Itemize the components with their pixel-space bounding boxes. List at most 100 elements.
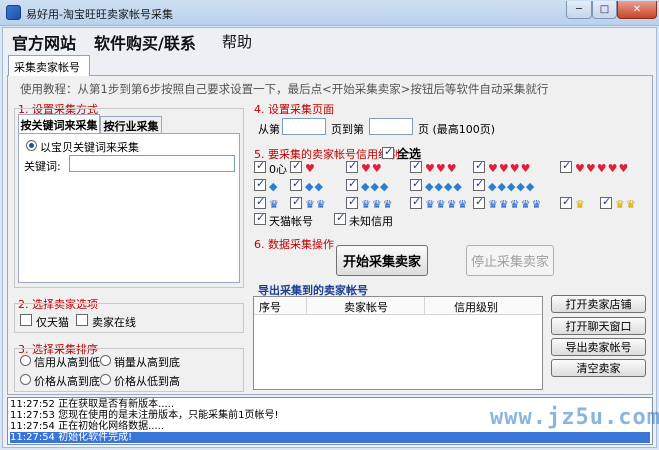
blue-crown-icon: ♛ — [382, 197, 393, 211]
radio-price-desc[interactable] — [20, 374, 31, 385]
app-icon — [6, 5, 21, 20]
credit-badge: ♥ ♥ ♥ ♥ ♥ — [575, 162, 628, 174]
checkbox-credit-level[interactable] — [346, 177, 358, 191]
checkbox-seller-online[interactable] — [76, 314, 88, 326]
grid-col-credit[interactable]: 信用级别 — [454, 299, 498, 315]
clear-seller-button[interactable]: 清空卖家 — [551, 359, 646, 377]
log-text: 正在获取是否有新版本..... — [58, 399, 175, 410]
radio-sales-desc[interactable] — [100, 355, 111, 366]
keyword-input[interactable] — [69, 155, 235, 172]
checkbox-tmall-only[interactable] — [20, 314, 32, 326]
gold-crown-icon: ♛ — [575, 197, 585, 211]
menu-official-site[interactable]: 官方网站 — [12, 30, 76, 54]
credit-badge: ♛ ♛ ♛ — [361, 198, 393, 210]
maximize-button[interactable]: □ — [592, 1, 617, 19]
checkbox-credit-level[interactable] — [254, 177, 266, 191]
radio-price-asc[interactable] — [100, 374, 111, 385]
keyword-label: 关键词: — [24, 160, 61, 173]
seller-grid[interactable]: 序号 卖家帐号 信用级别 — [253, 296, 543, 390]
step4-title: 4. 设置采集页面 — [254, 103, 334, 116]
menu-buy-contact[interactable]: 软件购买/联系 — [94, 30, 196, 54]
credit-badge: ♥ ♥ ♥ ♥ — [488, 162, 531, 174]
checkbox-credit-level[interactable] — [290, 177, 302, 191]
blue-crown-icon: ♛ — [498, 197, 509, 211]
export-account-button[interactable]: 导出卖家帐号 — [551, 338, 646, 356]
blue-crown-icon: ♛ — [435, 197, 446, 211]
minimize-button[interactable]: ─ — [566, 1, 592, 19]
log-text: 正在初始化网络数据..... — [58, 421, 165, 432]
checkbox-credit-level[interactable] — [290, 159, 302, 173]
tab-industry[interactable]: 按行业采集 — [100, 116, 162, 133]
credit-badge: ♛ ♛ ♛ ♛ ♛ — [488, 198, 541, 210]
credit-badge: ♛ ♛ ♛ ♛ — [425, 198, 468, 210]
credit-badge: ♥ ♥ — [361, 162, 382, 174]
checkbox-unknown-credit[interactable] — [334, 211, 346, 225]
checkbox-credit-level[interactable] — [473, 177, 485, 191]
unknown-credit-label: 未知信用 — [349, 215, 393, 228]
credit-badge: ◆ ◆ ◆ — [361, 180, 388, 192]
log-time: 11:27:54 — [10, 421, 55, 432]
blue-crown-icon: ♛ — [361, 197, 371, 211]
heart-icon: ♥ — [596, 161, 607, 175]
log-time: 11:27:52 — [10, 399, 55, 410]
heart-icon: ♥ — [575, 161, 585, 175]
open-shop-button[interactable]: 打开卖家店铺 — [551, 295, 646, 313]
diamond-icon: ◆ — [497, 179, 506, 193]
log-line-selected[interactable]: 11:27:54 初始化软件完成! — [10, 432, 650, 443]
radio-credit-desc[interactable] — [20, 355, 31, 366]
heart-icon: ♥ — [520, 161, 531, 175]
heart-icon: ♥ — [435, 161, 446, 175]
seller-online-label: 卖家在线 — [92, 316, 136, 329]
diamond-icon: ◆ — [506, 179, 516, 193]
tab-keyword[interactable]: 按关键词来采集 — [18, 114, 100, 133]
checkbox-credit-level[interactable] — [410, 177, 422, 191]
zero-heart-label: 0心 — [269, 163, 287, 176]
checkbox-credit-level[interactable] — [346, 159, 358, 173]
gold-crown-icon: ♛ — [625, 197, 636, 211]
from-page-input[interactable] — [282, 118, 326, 135]
checkbox-zero-heart[interactable] — [254, 159, 266, 173]
heart-icon: ♥ — [446, 161, 457, 175]
diamond-icon: ◆ — [361, 179, 370, 193]
radio-keyword-mode[interactable] — [26, 140, 37, 151]
grid-col-index[interactable]: 序号 — [259, 299, 281, 315]
to-page-input[interactable] — [369, 118, 413, 135]
credit-desc-label: 信用从高到低 — [34, 356, 100, 369]
blue-crown-icon: ♛ — [509, 197, 520, 211]
grid-col-account[interactable]: 卖家帐号 — [344, 299, 388, 315]
credit-badge: ◆ ◆ — [305, 180, 323, 192]
diamond-icon: ◆ — [379, 179, 389, 193]
close-button[interactable]: ✕ — [617, 1, 657, 19]
stop-collect-button[interactable]: 停止采集卖家 — [466, 245, 554, 276]
checkbox-tmall-account[interactable] — [254, 211, 266, 225]
tmall-only-label: 仅天猫 — [36, 316, 69, 329]
grid-separator — [306, 297, 307, 315]
step5-title: 5. 要采集的卖家帐号信用级别 — [254, 148, 400, 161]
diamond-icon: ◆ — [269, 179, 278, 193]
heart-icon: ♥ — [498, 161, 509, 175]
checkbox-credit-level[interactable] — [254, 195, 266, 209]
checkbox-credit-level[interactable] — [473, 195, 485, 209]
checkbox-credit-level[interactable] — [473, 159, 485, 173]
diamond-icon: ◆ — [516, 179, 525, 193]
checkbox-credit-level[interactable] — [410, 195, 422, 209]
checkbox-credit-level[interactable] — [600, 195, 612, 209]
grid-separator — [424, 297, 425, 315]
open-chat-button[interactable]: 打开聊天窗口 — [551, 317, 646, 335]
checkbox-credit-level[interactable] — [560, 159, 572, 173]
page-limit-label: 页 (最高100页) — [418, 123, 496, 136]
checkbox-credit-level[interactable] — [560, 195, 572, 209]
blue-crown-icon: ♛ — [425, 197, 435, 211]
watermark: www.jz5u.com — [490, 405, 659, 430]
menu-help[interactable]: 帮助 — [222, 31, 252, 52]
checkbox-credit-level[interactable] — [290, 195, 302, 209]
credit-badge: ♥ — [305, 162, 315, 174]
checkbox-select-all[interactable] — [382, 145, 394, 159]
start-collect-button[interactable]: 开始采集卖家 — [336, 245, 428, 276]
radio-keyword-label: 以宝贝关键词来采集 — [40, 141, 139, 154]
tab-collect-seller[interactable]: 采集卖家帐号 — [8, 55, 90, 76]
blue-crown-icon: ♛ — [315, 197, 326, 211]
checkbox-credit-level[interactable] — [410, 159, 422, 173]
credit-badge: ♛ — [575, 198, 585, 210]
checkbox-credit-level[interactable] — [346, 195, 358, 209]
